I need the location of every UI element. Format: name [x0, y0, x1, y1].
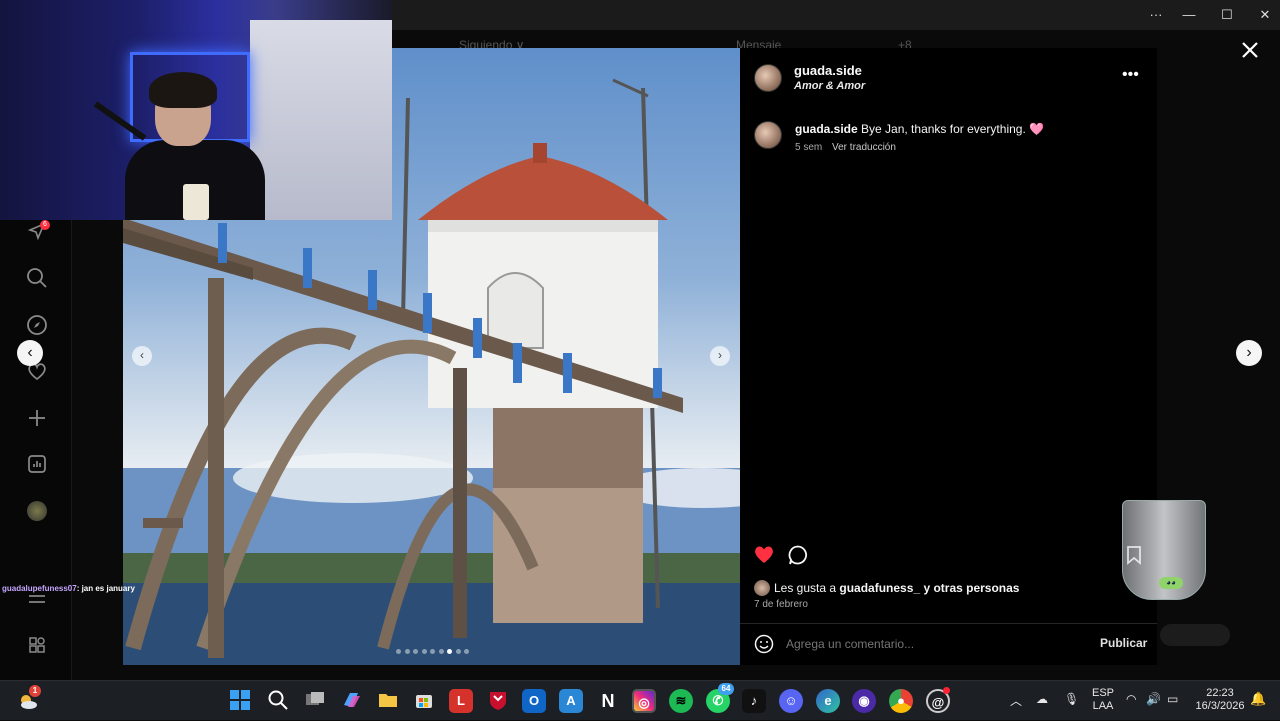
close-modal-icon[interactable] — [1240, 40, 1260, 65]
search-icon[interactable] — [266, 689, 290, 713]
glass-eyes-icon: ◕◕ — [1159, 577, 1183, 589]
input-language[interactable]: ESP LAA — [1092, 687, 1114, 713]
reactions-strip — [1160, 624, 1230, 646]
carousel-dot — [421, 649, 427, 654]
chat-text: : jan es january — [76, 584, 135, 593]
carousel-dot — [396, 649, 401, 654]
start-button[interactable] — [228, 689, 252, 713]
likes-others[interactable]: y otras personas — [923, 581, 1019, 595]
weather-widget-icon[interactable]: 1 — [16, 685, 41, 713]
windows-taskbar: 1 L O A N ◎ ≋ ✆ 64 ♪ ☺ e ◉ ● @ ︿ ☁ 🎙 ESP… — [0, 680, 1280, 720]
more-options-icon[interactable]: ••• — [1122, 66, 1139, 84]
battery-icon[interactable]: ▭ — [1167, 692, 1178, 706]
likes-summary: Les gusta a guadafuness_ y otras persona… — [774, 581, 1019, 595]
messenger-icon[interactable]: ◉ — [852, 689, 876, 713]
divider — [740, 623, 1157, 624]
microsoft-store-icon[interactable] — [412, 689, 436, 713]
profile-avatar-icon[interactable] — [26, 500, 48, 522]
mcafee-icon[interactable] — [486, 689, 510, 713]
whatsapp-icon[interactable]: ✆ 64 — [706, 683, 734, 713]
tray-overflow-icon[interactable]: ︿ — [1010, 692, 1022, 709]
volume-icon[interactable]: 🔊 — [1146, 692, 1161, 706]
mail-app-icon[interactable]: A — [559, 689, 583, 713]
notifications-badge: 6 — [40, 220, 50, 230]
caption-avatar[interactable] — [754, 121, 782, 149]
lightshot-icon[interactable]: L — [449, 689, 473, 713]
likes-user[interactable]: guadafuness_ — [839, 581, 920, 595]
comment-icon[interactable] — [787, 544, 809, 571]
outlook-icon[interactable]: O — [522, 689, 546, 713]
liker-avatar[interactable] — [754, 580, 770, 596]
carousel-dot — [464, 649, 469, 654]
carousel-dot — [413, 649, 418, 654]
discord-icon[interactable]: ☺ — [779, 689, 803, 713]
like-icon[interactable] — [753, 544, 775, 569]
carousel-dot — [404, 649, 410, 654]
glass-overlay-widget: ◕◕ — [1122, 500, 1206, 600]
apps-icon[interactable] — [26, 634, 48, 656]
tiktok-icon[interactable]: ♪ — [742, 689, 766, 713]
see-translation-link[interactable]: Ver traducción — [832, 142, 896, 153]
edge-icon[interactable]: e — [816, 689, 840, 713]
clock-date: 16/3/2026 — [1195, 700, 1245, 712]
dashboard-icon[interactable] — [26, 453, 48, 475]
publish-button[interactable]: Publicar — [1100, 636, 1147, 650]
post-side-panel: guada.side Amor & Amor ••• guada.side By… — [740, 48, 1157, 665]
carousel-dot — [430, 649, 435, 654]
previous-post-button[interactable]: ‹ — [17, 340, 43, 366]
caption-author[interactable]: guada.side — [795, 122, 858, 136]
instagram-icon[interactable]: ◎ — [632, 689, 656, 713]
likes-prefix: Les gusta a — [774, 581, 837, 595]
carousel-dot — [455, 649, 461, 654]
ig-sidebar: 6 — [0, 220, 72, 680]
window-maximize-button[interactable]: ☐ — [1217, 6, 1237, 24]
profile-header-ghost: Siguiendo ∨ Mensaje +8 — [392, 30, 1280, 52]
window-minimize-button[interactable]: — — [1179, 6, 1199, 24]
caption: guada.side Bye Jan, thanks for everythin… — [795, 122, 1044, 136]
window-close-button[interactable]: ✕ — [1255, 6, 1275, 24]
whatsapp-badge: 64 — [718, 683, 734, 695]
window-title-bar: ··· — ☐ ✕ — [392, 0, 1280, 30]
caption-age: 5 sem — [795, 142, 823, 153]
caption-text: Bye Jan, thanks for everything. 🩷 — [861, 122, 1045, 136]
notifications-bell-icon[interactable]: 🔔 — [1250, 691, 1266, 707]
carousel-prev-button[interactable]: ‹ — [132, 346, 152, 366]
lang-top: ESP — [1092, 687, 1115, 699]
chat-user: guadalupefuness07 — [2, 584, 77, 593]
webcam-overlay — [0, 0, 392, 220]
explore-icon[interactable] — [26, 314, 48, 336]
microphone-icon[interactable]: 🎙 — [1064, 692, 1079, 706]
author-avatar[interactable] — [754, 64, 782, 92]
wifi-icon[interactable]: ◠ — [1126, 692, 1136, 706]
next-post-button[interactable]: › — [1236, 340, 1262, 366]
chrome-icon[interactable]: ● — [889, 689, 913, 713]
search-icon[interactable] — [26, 267, 48, 289]
carousel-dot — [447, 649, 452, 654]
file-explorer-icon[interactable] — [376, 689, 400, 713]
task-view-icon[interactable] — [303, 689, 327, 713]
onedrive-off-icon[interactable]: ☁ — [1036, 692, 1048, 706]
audio-track[interactable]: Amor & Amor — [794, 80, 865, 92]
stream-chat-message: guadalupefuness07: jan es january — [2, 584, 135, 596]
window-more-button[interactable]: ··· — [1146, 6, 1166, 24]
threads-dot — [943, 687, 950, 694]
carousel-next-button[interactable]: › — [710, 346, 730, 366]
lang-bottom: LAA — [1092, 700, 1114, 712]
notion-icon[interactable]: N — [596, 689, 620, 713]
author-username[interactable]: guada.side — [794, 63, 862, 78]
weather-badge: 1 — [29, 685, 41, 697]
comment-input[interactable] — [786, 633, 1086, 655]
emoji-icon[interactable] — [754, 634, 774, 659]
copilot-icon[interactable] — [339, 689, 363, 713]
carousel-dot — [438, 649, 444, 654]
clock-time: 22:23 — [1206, 687, 1234, 699]
notifications-icon[interactable]: 6 — [26, 220, 50, 242]
create-icon[interactable] — [26, 407, 48, 429]
spotify-icon[interactable]: ≋ — [669, 689, 693, 713]
clock[interactable]: 22:23 16/3/2026 — [1194, 687, 1246, 713]
threads-icon[interactable]: @ — [926, 687, 950, 713]
post-date: 7 de febrero — [754, 599, 808, 610]
